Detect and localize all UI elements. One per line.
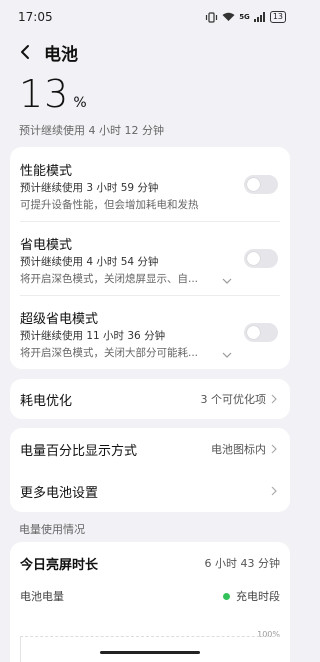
screen-on-time-value: 6 小时 43 分钟 [204, 557, 281, 570]
battery-level-chart: 100% [20, 622, 280, 662]
super-power-saving-mode-item[interactable]: 超级省电模式 预计继续使用 11 小时 36 分钟 将开启深色模式，关闭大部分可… [20, 295, 280, 369]
battery-percent-display: 13 % [19, 72, 87, 116]
percent-display-value-group: 电池图标内 [211, 441, 278, 457]
percent-display-label: 电量百分比显示方式 [20, 443, 138, 459]
page-title: 电池 [44, 44, 78, 65]
battery-percent-value: 13 [19, 72, 70, 116]
power-saving-mode-estimate: 预计继续使用 4 小时 54 分钟 [20, 256, 159, 268]
signal-icon [253, 12, 265, 22]
vibrate-icon [206, 11, 218, 23]
usage-card: 今日亮屏时长 6 小时 43 分钟 电池电量 充电时段 100% [10, 542, 290, 662]
performance-mode-estimate: 预计继续使用 3 小时 59 分钟 [20, 182, 159, 194]
super-power-saving-mode-title: 超级省电模式 [20, 312, 99, 327]
chart-axis [20, 636, 21, 662]
chevron-down-icon[interactable] [222, 276, 232, 286]
more-battery-settings-row[interactable]: 更多电池设置 [10, 470, 290, 512]
charging-legend: 充电时段 [223, 588, 280, 604]
power-optimization-label: 耗电优化 [20, 393, 73, 409]
battery-icon-level: 13 [272, 12, 283, 21]
more-battery-settings-label: 更多电池设置 [20, 485, 99, 501]
charging-dot-icon [223, 592, 230, 600]
status-bar: 17:05 5G 13 [0, 0, 300, 34]
power-optimization-value: 3 个可优化项 [200, 393, 267, 406]
battery-icon: 13 [269, 11, 286, 23]
battery-settings-card: 电量百分比显示方式 电池图标内 更多电池设置 [10, 428, 290, 512]
super-power-saving-mode-description: 将开启深色模式，关闭大部分可能耗... [20, 347, 199, 359]
chevron-down-icon[interactable] [222, 350, 232, 360]
percent-display-row[interactable]: 电量百分比显示方式 电池图标内 [10, 428, 290, 470]
status-time: 17:05 [18, 10, 53, 24]
network-type-label: 5G [239, 13, 250, 21]
usage-section-title: 电量使用情况 [19, 523, 85, 536]
battery-percent-unit: % [73, 95, 87, 111]
chevron-right-icon [271, 486, 277, 496]
power-saving-mode-title: 省电模式 [20, 238, 73, 253]
wifi-icon [222, 12, 235, 21]
battery-estimate: 预计继续使用 4 小时 12 分钟 [19, 124, 164, 137]
power-saving-mode-item[interactable]: 省电模式 预计继续使用 4 小时 54 分钟 将开启深色模式，关闭熄屏显示、自.… [20, 221, 280, 295]
power-optimization-value-group: 3 个可优化项 [201, 391, 279, 407]
performance-mode-toggle[interactable] [244, 175, 278, 194]
chevron-right-icon [271, 394, 277, 404]
power-optimization-row[interactable]: 耗电优化 3 个可优化项 [10, 379, 290, 419]
performance-mode-description: 可提升设备性能，但会增加耗电和发热 [20, 199, 199, 211]
super-power-saving-mode-estimate: 预计继续使用 11 小时 36 分钟 [20, 330, 166, 342]
charging-legend-label: 充电时段 [236, 590, 280, 603]
back-icon[interactable] [14, 41, 36, 63]
page-header: 电池 [0, 36, 300, 68]
home-indicator[interactable] [100, 651, 200, 654]
percent-display-value: 电池图标内 [211, 443, 266, 456]
chevron-right-icon [271, 444, 277, 454]
performance-mode-item[interactable]: 性能模式 预计继续使用 3 小时 59 分钟 可提升设备性能，但会增加耗电和发热 [20, 147, 280, 221]
performance-mode-title: 性能模式 [20, 164, 73, 179]
super-power-saving-mode-toggle[interactable] [244, 323, 278, 342]
power-saving-mode-toggle[interactable] [244, 249, 278, 268]
screen-on-time-row: 今日亮屏时长 6 小时 43 分钟 [20, 544, 280, 582]
chart-legend-row: 电池电量 充电时段 [20, 588, 280, 604]
status-icons: 5G 13 [205, 11, 286, 23]
chart-y-max-label: 100% [257, 630, 280, 639]
power-saving-mode-description: 将开启深色模式，关闭熄屏显示、自... [20, 273, 199, 285]
battery-level-label: 电池电量 [20, 590, 64, 603]
power-modes-card: 性能模式 预计继续使用 3 小时 59 分钟 可提升设备性能，但会增加耗电和发热… [10, 147, 290, 369]
chart-gridline [20, 636, 280, 637]
screen-on-time-label: 今日亮屏时长 [20, 557, 99, 573]
